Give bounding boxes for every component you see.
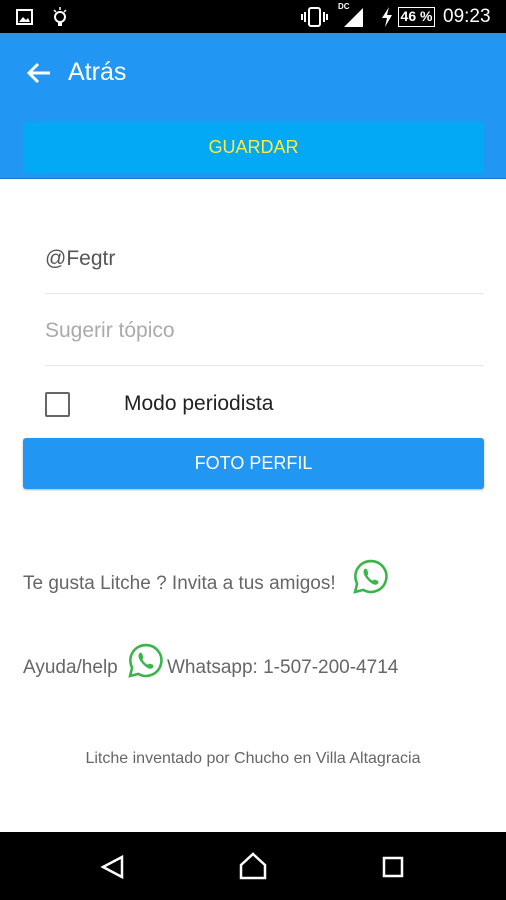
home-nav-icon[interactable] bbox=[239, 852, 267, 880]
vibrate-icon bbox=[301, 7, 328, 27]
whatsapp-number[interactable]: Whatsapp: 1-507-200-4714 bbox=[167, 657, 398, 679]
status-bar: DC 46 % 09:23 bbox=[0, 0, 506, 33]
whatsapp-help-icon[interactable] bbox=[128, 643, 163, 678]
clock: 09:23 bbox=[443, 6, 491, 27]
journalist-mode-checkbox[interactable] bbox=[45, 392, 70, 417]
recents-nav-icon[interactable] bbox=[382, 856, 404, 878]
back-arrow-icon[interactable] bbox=[26, 61, 52, 85]
signal-icon bbox=[344, 8, 363, 27]
help-label: Ayuda/help bbox=[23, 657, 118, 678]
journalist-mode-label[interactable]: Modo periodista bbox=[124, 392, 273, 416]
save-button[interactable]: GUARDAR bbox=[23, 122, 484, 173]
whatsapp-invite-icon[interactable] bbox=[353, 559, 388, 594]
navigation-bar bbox=[0, 832, 506, 900]
profile-photo-button[interactable]: FOTO PERFIL bbox=[23, 438, 484, 489]
image-notification-icon bbox=[16, 9, 33, 25]
page-title[interactable]: Atrás bbox=[68, 58, 126, 87]
suggest-topic-input[interactable]: Sugerir tópico bbox=[45, 296, 484, 366]
invite-text: Te gusta Litche ? Invita a tus amigos! bbox=[23, 573, 336, 594]
charging-icon bbox=[382, 7, 392, 27]
lightbulb-icon bbox=[53, 7, 67, 26]
username-field[interactable]: @Fegtr bbox=[45, 224, 484, 294]
back-nav-icon[interactable] bbox=[100, 854, 126, 880]
battery-indicator: 46 % bbox=[398, 7, 435, 27]
footer-credit: Litche inventado por Chucho en Villa Alt… bbox=[85, 750, 421, 767]
